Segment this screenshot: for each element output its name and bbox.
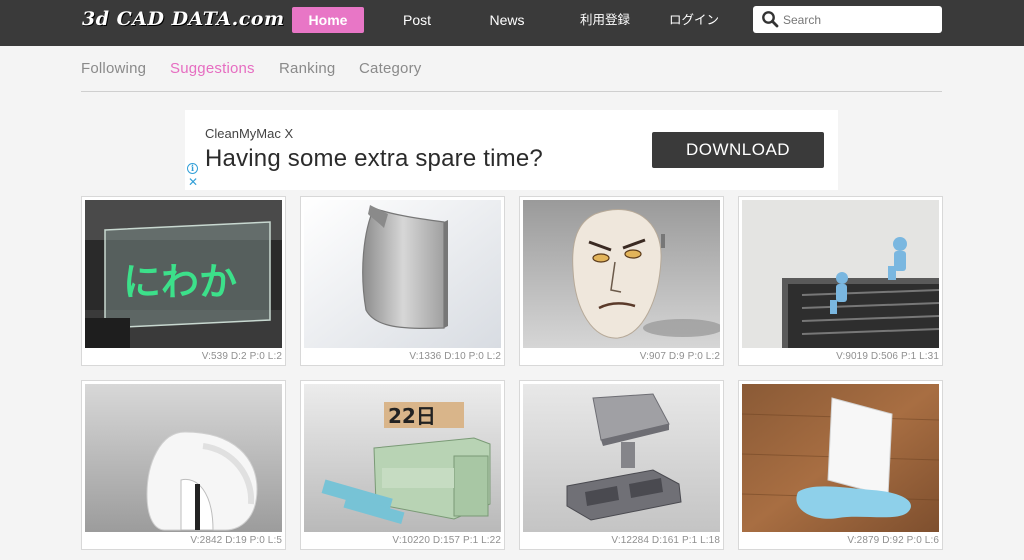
model-thumbnail-sofa-calendar[interactable]: 22日 xyxy=(304,384,501,532)
model-stats: V:12284 D:161 P:1 L:18 xyxy=(611,535,720,546)
site-logo[interactable]: 3d CAD DATA.com xyxy=(82,8,285,30)
model-stats: V:907 D:9 P:0 L:2 xyxy=(639,351,720,362)
nav-login[interactable]: ログイン xyxy=(660,7,728,33)
nav-register[interactable]: 利用登録 xyxy=(566,7,644,33)
model-thumbnail-niwaka-sign[interactable]: にわか xyxy=(85,200,282,348)
model-thumbnail-phone-stand[interactable] xyxy=(523,384,720,532)
tab-ranking[interactable]: Ranking xyxy=(279,60,335,77)
model-stats: V:1336 D:10 P:0 L:2 xyxy=(409,351,501,362)
ad-headline: Having some extra spare time? xyxy=(205,145,543,172)
ad-banner[interactable]: CleanMyMac X Having some extra spare tim… xyxy=(185,110,838,190)
sign-glyph-text: にわか xyxy=(123,260,237,304)
calendar-glyph-text: 22日 xyxy=(388,404,436,428)
model-card[interactable]: にわか V:539 D:2 P:0 L:2 xyxy=(81,196,286,366)
nav-home[interactable]: Home xyxy=(292,7,364,33)
model-thumbnail-mask[interactable] xyxy=(523,200,720,348)
ad-brand: CleanMyMac X xyxy=(205,126,294,141)
model-card[interactable]: V:2842 D:19 P:0 L:5 xyxy=(81,380,286,550)
nav-post[interactable]: Post xyxy=(388,7,446,33)
model-stats: V:2842 D:19 P:0 L:5 xyxy=(190,535,282,546)
tab-following[interactable]: Following xyxy=(81,60,146,77)
model-stats: V:10220 D:157 P:1 L:22 xyxy=(392,535,501,546)
model-card[interactable]: V:2879 D:92 P:0 L:6 xyxy=(738,380,943,550)
search-icon[interactable] xyxy=(761,10,779,28)
tab-category[interactable]: Category xyxy=(359,60,421,77)
model-card[interactable]: V:1336 D:10 P:0 L:2 xyxy=(300,196,505,366)
model-card[interactable]: V:12284 D:161 P:1 L:18 xyxy=(519,380,724,550)
ad-download-button[interactable]: DOWNLOAD xyxy=(652,132,824,168)
model-thumbnail-face-shield[interactable] xyxy=(304,200,501,348)
info-icon[interactable]: i xyxy=(187,163,198,174)
model-card[interactable]: V:9019 D:506 P:1 L:31 xyxy=(738,196,943,366)
model-thumbnail-climbing-figures[interactable] xyxy=(742,200,939,348)
model-thumbnail-cable-holder[interactable] xyxy=(85,384,282,532)
model-stats: V:539 D:2 P:0 L:2 xyxy=(201,351,282,362)
model-card[interactable]: V:907 D:9 P:0 L:2 xyxy=(519,196,724,366)
nav-news[interactable]: News xyxy=(478,7,536,33)
search-input[interactable] xyxy=(783,10,935,29)
search-box[interactable] xyxy=(753,6,942,33)
content-tabs: Following Suggestions Ranking Category xyxy=(81,58,942,92)
top-navigation-bar: 3d CAD DATA.com Home Post News 利用登録 ログイン xyxy=(0,0,1024,46)
model-stats: V:9019 D:506 P:1 L:31 xyxy=(836,351,939,362)
tab-suggestions[interactable]: Suggestions xyxy=(170,60,255,77)
model-stats: V:2879 D:92 P:0 L:6 xyxy=(847,535,939,546)
close-icon[interactable]: ✕ xyxy=(188,176,198,188)
model-thumbnail-puddle-card-holder[interactable] xyxy=(742,384,939,532)
model-card[interactable]: 22日 V:10220 D:157 P:1 L:22 xyxy=(300,380,505,550)
